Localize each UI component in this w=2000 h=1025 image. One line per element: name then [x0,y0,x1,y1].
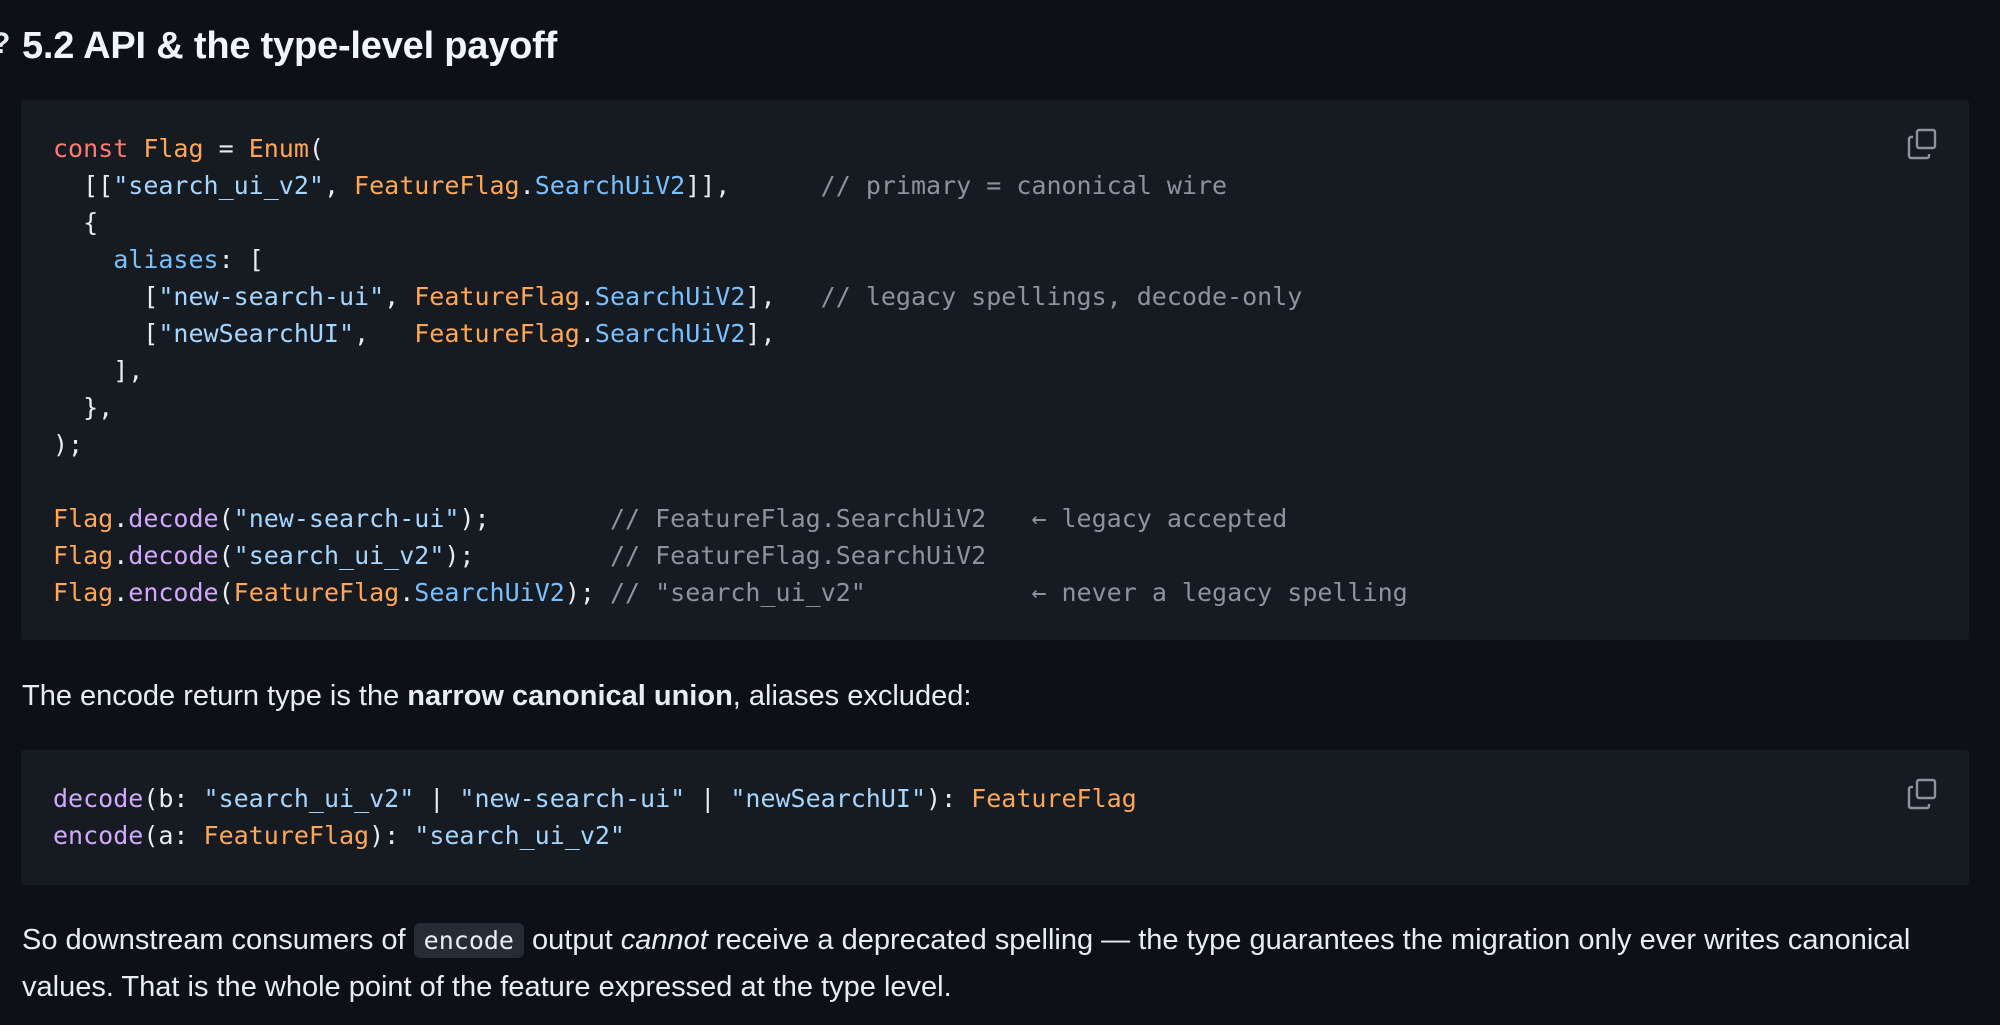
code-block-signatures: decode(b: "search_ui_v2" | "new-search-u… [21,750,1969,885]
code-content: decode(b: "search_ui_v2" | "new-search-u… [53,784,1137,850]
paragraph-encode-return-type: The encode return type is the narrow can… [22,673,971,719]
paragraph-text: The encode return type is the [22,680,408,712]
bold-text: narrow canonical union [407,680,733,712]
inline-code-encode: encode [413,923,524,958]
copy-icon [1907,778,1937,810]
code-content: const Flag = Enum( [["search_ui_v2", Fea… [53,134,1408,607]
copy-code-button[interactable] [1905,776,1941,812]
paragraph-text: , aliases excluded: [732,680,972,712]
copy-code-button[interactable] [1905,126,1941,162]
code-block-enum-definition: const Flag = Enum( [["search_ui_v2", Fea… [21,100,1969,640]
copy-icon [1907,128,1937,160]
section-heading: 5.2 API & the type-level payoff [22,25,558,67]
paragraph-text: output [523,924,621,956]
paragraph-downstream-consumers: So downstream consumers of encode output… [22,917,1972,1010]
italic-text: cannot [620,924,708,956]
paragraph-text: So downstream consumers of [22,924,414,956]
heading-anchor-icon[interactable]: ? [0,26,10,62]
